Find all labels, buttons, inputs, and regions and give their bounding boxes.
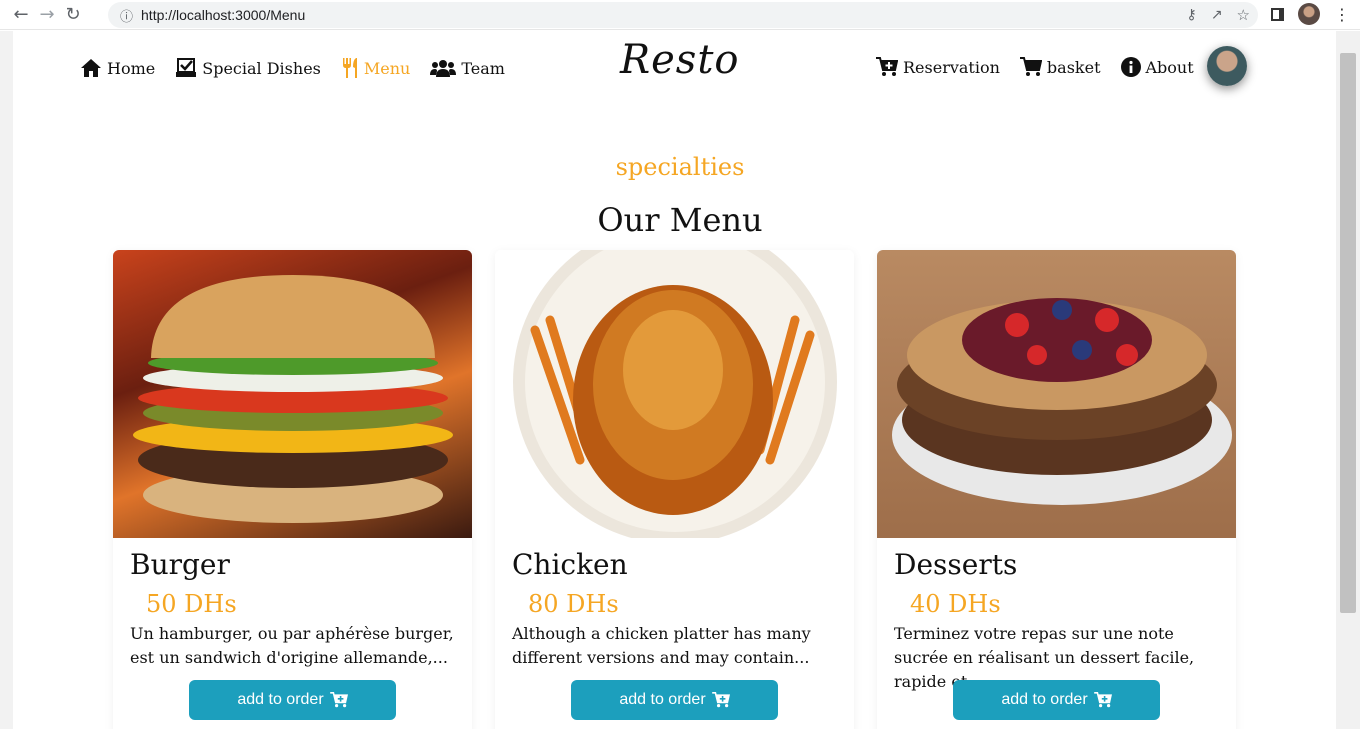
- nav-item-special-dishes[interactable]: Special Dishes: [175, 58, 321, 78]
- nav-item-about[interactable]: About: [1120, 57, 1194, 77]
- add-to-order-button[interactable]: add to order: [571, 680, 778, 720]
- reload-icon[interactable]: ↻: [60, 2, 86, 28]
- card-description: Un hamburger, ou par aphérèse burger, es…: [130, 624, 454, 667]
- cart-plus-icon: [876, 57, 898, 76]
- more-menu-icon[interactable]: ⋮: [1334, 5, 1350, 24]
- address-bar[interactable]: ⓘ http://localhost:3000/Menu ⚷ ↗ ☆: [108, 2, 1258, 28]
- cart-plus-icon: [329, 692, 348, 708]
- share-icon[interactable]: ↗: [1211, 7, 1223, 23]
- utensils-icon: [342, 58, 357, 78]
- add-to-order-button[interactable]: add to order: [953, 680, 1160, 720]
- home-icon: [81, 59, 101, 77]
- logo[interactable]: Resto: [620, 37, 739, 83]
- section-title: Our Menu: [597, 201, 763, 239]
- nav-item-reservation[interactable]: Reservation: [876, 57, 1000, 77]
- left-margin: [0, 31, 13, 729]
- nav-item-label: Special Dishes: [202, 58, 321, 78]
- user-avatar[interactable]: [1207, 46, 1247, 86]
- burger-image: [113, 250, 472, 538]
- nav-item-home[interactable]: Home: [80, 58, 155, 78]
- forward-icon[interactable]: →: [34, 2, 60, 28]
- secondary-nav: Reservation basket About: [876, 57, 1194, 77]
- bookmark-star-icon[interactable]: ☆: [1237, 6, 1250, 24]
- card-price: 50 DHs: [146, 590, 237, 618]
- card-title: Burger: [130, 548, 230, 581]
- cart-icon: [1019, 57, 1042, 76]
- nav-item-menu[interactable]: Menu: [341, 57, 410, 79]
- menu-card-burger: Burger 50 DHs Un hamburger, ou par aphér…: [113, 250, 472, 729]
- page: Home Special Dishes Menu Team Resto Rese…: [0, 31, 1360, 729]
- nav-item-basket[interactable]: basket: [1019, 57, 1101, 77]
- card-price: 40 DHs: [910, 590, 1001, 618]
- scrollbar-thumb[interactable]: [1340, 53, 1356, 613]
- url-text[interactable]: http://localhost:3000/Menu: [141, 7, 305, 23]
- checkbox-tray-icon: [176, 58, 197, 77]
- nav-item-team[interactable]: Team: [430, 58, 505, 78]
- back-icon[interactable]: ←: [8, 2, 34, 28]
- card-price: 80 DHs: [528, 590, 619, 618]
- side-panel-icon[interactable]: [1271, 7, 1284, 21]
- nav-item-label: Home: [107, 58, 156, 78]
- nav-item-label: Reservation: [903, 57, 1000, 77]
- main-nav: Home Special Dishes Menu Team: [80, 57, 505, 79]
- chicken-image: [495, 250, 854, 538]
- add-to-order-button[interactable]: add to order: [189, 680, 396, 720]
- card-description: Although a chicken platter has many diff…: [512, 624, 811, 667]
- nav-item-label: Menu: [363, 58, 411, 78]
- dessert-image: [877, 250, 1236, 538]
- section-subtitle: specialties: [615, 153, 745, 181]
- cart-plus-icon: [711, 692, 730, 708]
- button-label: add to order: [237, 691, 324, 708]
- browser-toolbar: ← → ↻ ⓘ http://localhost:3000/Menu ⚷ ↗ ☆…: [0, 0, 1360, 30]
- button-label: add to order: [619, 691, 706, 708]
- menu-card-chicken: Chicken 80 DHs Although a chicken platte…: [495, 250, 854, 729]
- scrollbar[interactable]: [1336, 31, 1360, 729]
- nav-item-label: Team: [461, 58, 505, 78]
- info-icon: [1120, 57, 1141, 77]
- nav-item-label: About: [1145, 57, 1194, 77]
- profile-avatar-icon[interactable]: [1298, 3, 1320, 25]
- cart-plus-icon: [1093, 692, 1112, 708]
- info-circle-icon[interactable]: ⓘ: [120, 6, 133, 25]
- nav-item-label: basket: [1046, 57, 1101, 77]
- button-label: add to order: [1001, 691, 1088, 708]
- card-title: Chicken: [512, 548, 628, 581]
- key-icon[interactable]: ⚷: [1187, 7, 1197, 23]
- users-icon: [430, 60, 457, 77]
- card-title: Desserts: [894, 548, 1018, 581]
- menu-card-desserts: Desserts 40 DHs Terminez votre repas sur…: [877, 250, 1236, 729]
